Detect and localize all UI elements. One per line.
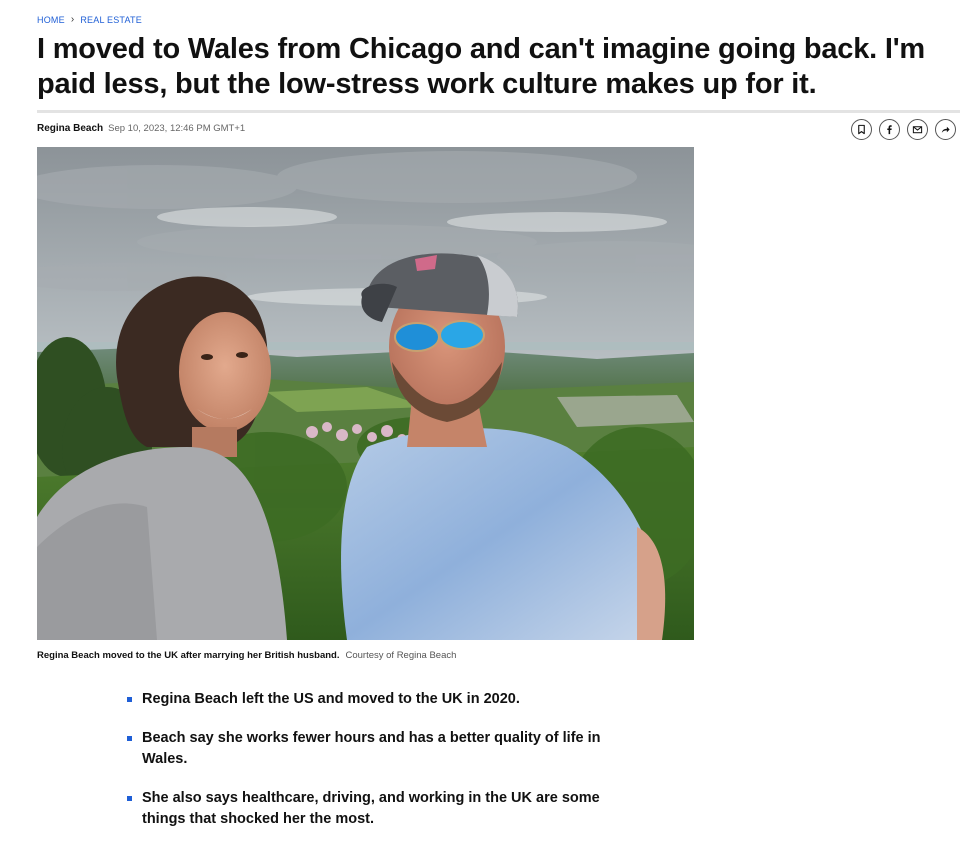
chevron-right-icon: › bbox=[70, 14, 75, 25]
facebook-icon bbox=[887, 125, 892, 135]
key-point-text: She also says healthcare, driving, and w… bbox=[142, 790, 600, 827]
byline: Regina Beach Sep 10, 2023, 12:46 PM GMT+… bbox=[37, 123, 245, 134]
key-point: Beach say she works fewer hours and has … bbox=[127, 728, 627, 770]
share-icon bbox=[941, 126, 950, 133]
share-toolbar bbox=[851, 119, 956, 140]
breadcrumb-home-link[interactable]: HOME bbox=[37, 15, 65, 25]
email-icon bbox=[912, 126, 923, 134]
bookmark-button[interactable] bbox=[851, 119, 872, 140]
bullet-square-icon bbox=[127, 697, 132, 702]
key-point-text: Regina Beach left the US and moved to th… bbox=[142, 691, 520, 707]
key-point: She also says healthcare, driving, and w… bbox=[127, 788, 627, 830]
article-headline: I moved to Wales from Chicago and can't … bbox=[37, 33, 925, 100]
more-share-button[interactable] bbox=[935, 119, 956, 140]
key-point-text: Beach say she works fewer hours and has … bbox=[142, 730, 601, 767]
breadcrumb: HOME › REAL ESTATE bbox=[37, 14, 142, 25]
email-share-button[interactable] bbox=[907, 119, 928, 140]
key-point: Regina Beach left the US and moved to th… bbox=[127, 689, 627, 710]
facebook-share-button[interactable] bbox=[879, 119, 900, 140]
article-hero-photo bbox=[37, 147, 694, 640]
headline-divider bbox=[37, 110, 960, 113]
key-points-list: Regina Beach left the US and moved to th… bbox=[127, 689, 627, 848]
bookmark-icon bbox=[858, 124, 865, 135]
publish-date: Sep 10, 2023, 12:46 PM GMT+1 bbox=[108, 123, 246, 134]
photo-credit: Courtesy of Regina Beach bbox=[345, 650, 457, 661]
bullet-square-icon bbox=[127, 796, 132, 801]
breadcrumb-section-link[interactable]: REAL ESTATE bbox=[80, 15, 142, 25]
author-link[interactable]: Regina Beach bbox=[37, 123, 103, 134]
bullet-square-icon bbox=[127, 736, 132, 741]
photo-caption: Regina Beach moved to the UK after marry… bbox=[37, 650, 456, 661]
caption-text: Regina Beach moved to the UK after marry… bbox=[37, 650, 340, 661]
